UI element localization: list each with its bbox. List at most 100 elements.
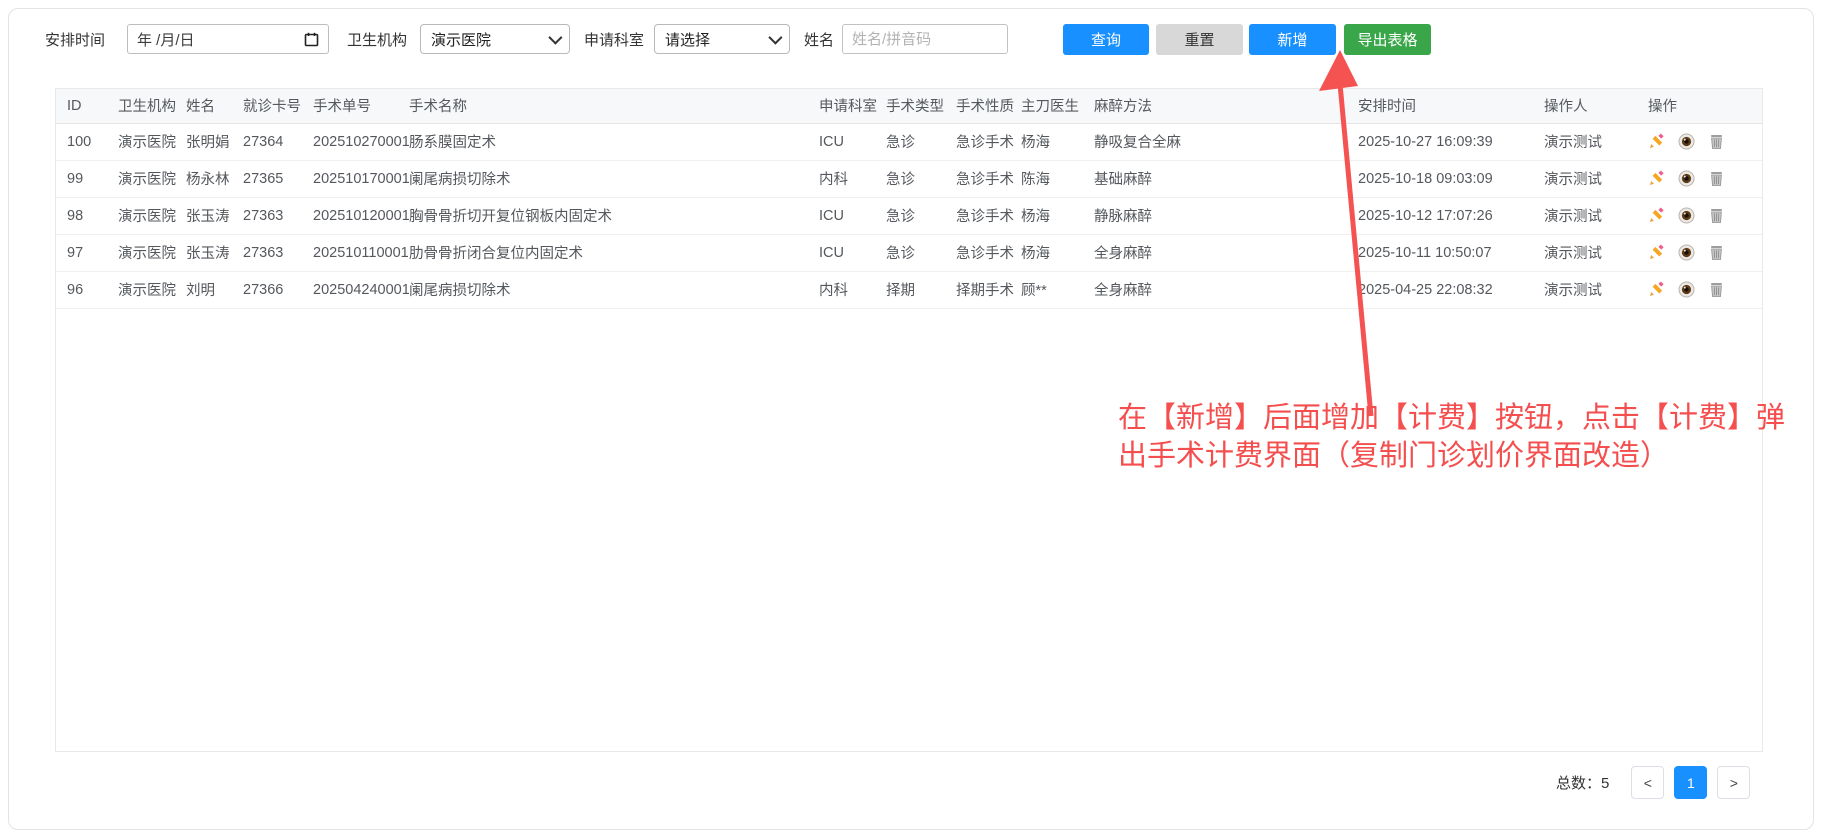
dept-select[interactable]: 请选择: [654, 24, 790, 54]
eye-icon: [1678, 244, 1695, 261]
delete-button[interactable]: [1708, 133, 1725, 150]
table-cell: 肠系膜固定术: [409, 123, 819, 160]
table-row: 100演示医院张明娟27364202510270001肠系膜固定术ICU急诊急诊…: [56, 123, 1762, 160]
org-select-value: 演示医院: [431, 29, 549, 50]
total-count: 总数：5: [1556, 772, 1609, 793]
table-cell: 27363: [243, 234, 313, 271]
table-cell: 择期手术: [956, 271, 1021, 308]
table-body: 100演示医院张明娟27364202510270001肠系膜固定术ICU急诊急诊…: [56, 123, 1762, 308]
trash-icon: [1708, 170, 1725, 187]
delete-button[interactable]: [1708, 170, 1725, 187]
table-cell: 27365: [243, 160, 313, 197]
delete-button[interactable]: [1708, 207, 1725, 224]
table-cell: 202504240001: [313, 271, 409, 308]
table-cell: 阑尾病损切除术: [409, 271, 819, 308]
edit-button[interactable]: [1648, 207, 1665, 224]
row-actions-cell: [1648, 197, 1762, 234]
pencil-icon: [1648, 133, 1665, 150]
table-cell: 2025-04-25 22:08:32: [1358, 271, 1544, 308]
column-header-13: 操作: [1648, 89, 1762, 123]
edit-button[interactable]: [1648, 244, 1665, 261]
calendar-icon: [304, 32, 319, 47]
chevron-down-icon: [768, 31, 782, 45]
table-cell: 肋骨骨折闭合复位内固定术: [409, 234, 819, 271]
page-1-button[interactable]: 1: [1674, 766, 1707, 799]
export-button[interactable]: 导出表格: [1344, 24, 1431, 55]
org-select[interactable]: 演示医院: [420, 24, 570, 54]
table-cell: 演示医院: [118, 234, 186, 271]
query-button[interactable]: 查询: [1063, 24, 1149, 55]
column-header-6: 申请科室: [819, 89, 886, 123]
annotation-line-2: 出手术计费界面（复制门诊划价界面改造）: [1118, 437, 1785, 475]
table-cell: 急诊: [886, 234, 956, 271]
column-header-11: 安排时间: [1358, 89, 1544, 123]
view-button[interactable]: [1678, 244, 1695, 261]
delete-button[interactable]: [1708, 244, 1725, 261]
delete-button[interactable]: [1708, 281, 1725, 298]
table-cell: 全身麻醉: [1094, 271, 1358, 308]
column-header-4: 手术单号: [313, 89, 409, 123]
trash-icon: [1708, 207, 1725, 224]
table-cell: 张玉涛: [186, 197, 243, 234]
table-cell: 27363: [243, 197, 313, 234]
total-value: 5: [1601, 775, 1609, 792]
table-cell: 演示测试: [1544, 271, 1648, 308]
table-cell: 96: [56, 271, 118, 308]
view-button[interactable]: [1678, 207, 1695, 224]
name-input[interactable]: [842, 24, 1008, 54]
column-header-9: 主刀医生: [1021, 89, 1094, 123]
table-cell: 急诊手术: [956, 160, 1021, 197]
table-cell: 100: [56, 123, 118, 160]
table-cell: 张玉涛: [186, 234, 243, 271]
table-cell: ICU: [819, 234, 886, 271]
column-header-3: 就诊卡号: [243, 89, 313, 123]
table-cell: 演示测试: [1544, 160, 1648, 197]
table-cell: 202510270001: [313, 123, 409, 160]
eye-icon: [1678, 281, 1695, 298]
edit-button[interactable]: [1648, 133, 1665, 150]
table-cell: 阑尾病损切除术: [409, 160, 819, 197]
table-cell: 98: [56, 197, 118, 234]
table-row: 98演示医院张玉涛27363202510120001胸骨骨折切开复位钢板内固定术…: [56, 197, 1762, 234]
table-cell: 2025-10-11 10:50:07: [1358, 234, 1544, 271]
table-row: 96演示医院刘明27366202504240001阑尾病损切除术内科择期择期手术…: [56, 271, 1762, 308]
table-cell: 99: [56, 160, 118, 197]
table-cell: 杨海: [1021, 197, 1094, 234]
view-button[interactable]: [1678, 133, 1695, 150]
table-cell: 202510120001: [313, 197, 409, 234]
eye-icon: [1678, 207, 1695, 224]
view-button[interactable]: [1678, 281, 1695, 298]
trash-icon: [1708, 244, 1725, 261]
table-cell: 全身麻醉: [1094, 234, 1358, 271]
edit-button[interactable]: [1648, 281, 1665, 298]
table-cell: 97: [56, 234, 118, 271]
date-placeholder: 年 /月/日: [137, 29, 304, 50]
reset-button[interactable]: 重置: [1156, 24, 1243, 55]
table-cell: 27364: [243, 123, 313, 160]
table-cell: 202510170001: [313, 160, 409, 197]
schedule-date-input[interactable]: 年 /月/日: [127, 24, 329, 54]
pagination: 总数：5 < 1 >: [1556, 766, 1750, 799]
table-cell: 2025-10-18 09:03:09: [1358, 160, 1544, 197]
column-header-8: 手术性质: [956, 89, 1021, 123]
table-cell: 陈海: [1021, 160, 1094, 197]
trash-icon: [1708, 133, 1725, 150]
table-cell: 静脉麻醉: [1094, 197, 1358, 234]
schedule-time-label: 安排时间: [45, 29, 107, 50]
view-button[interactable]: [1678, 170, 1695, 187]
org-label: 卫生机构: [347, 29, 409, 50]
table-cell: 刘明: [186, 271, 243, 308]
table-cell: 急诊: [886, 197, 956, 234]
table-cell: 演示测试: [1544, 123, 1648, 160]
surgery-table: ID卫生机构姓名就诊卡号手术单号手术名称申请科室手术类型手术性质主刀医生麻醉方法…: [56, 89, 1762, 309]
eye-icon: [1678, 170, 1695, 187]
table-cell: 杨海: [1021, 234, 1094, 271]
table-cell: 择期: [886, 271, 956, 308]
edit-button[interactable]: [1648, 170, 1665, 187]
column-header-1: 卫生机构: [118, 89, 186, 123]
add-button[interactable]: 新增: [1249, 24, 1336, 55]
table-cell: 27366: [243, 271, 313, 308]
prev-page-button[interactable]: <: [1631, 766, 1664, 799]
table-cell: 演示医院: [118, 160, 186, 197]
next-page-button[interactable]: >: [1717, 766, 1750, 799]
